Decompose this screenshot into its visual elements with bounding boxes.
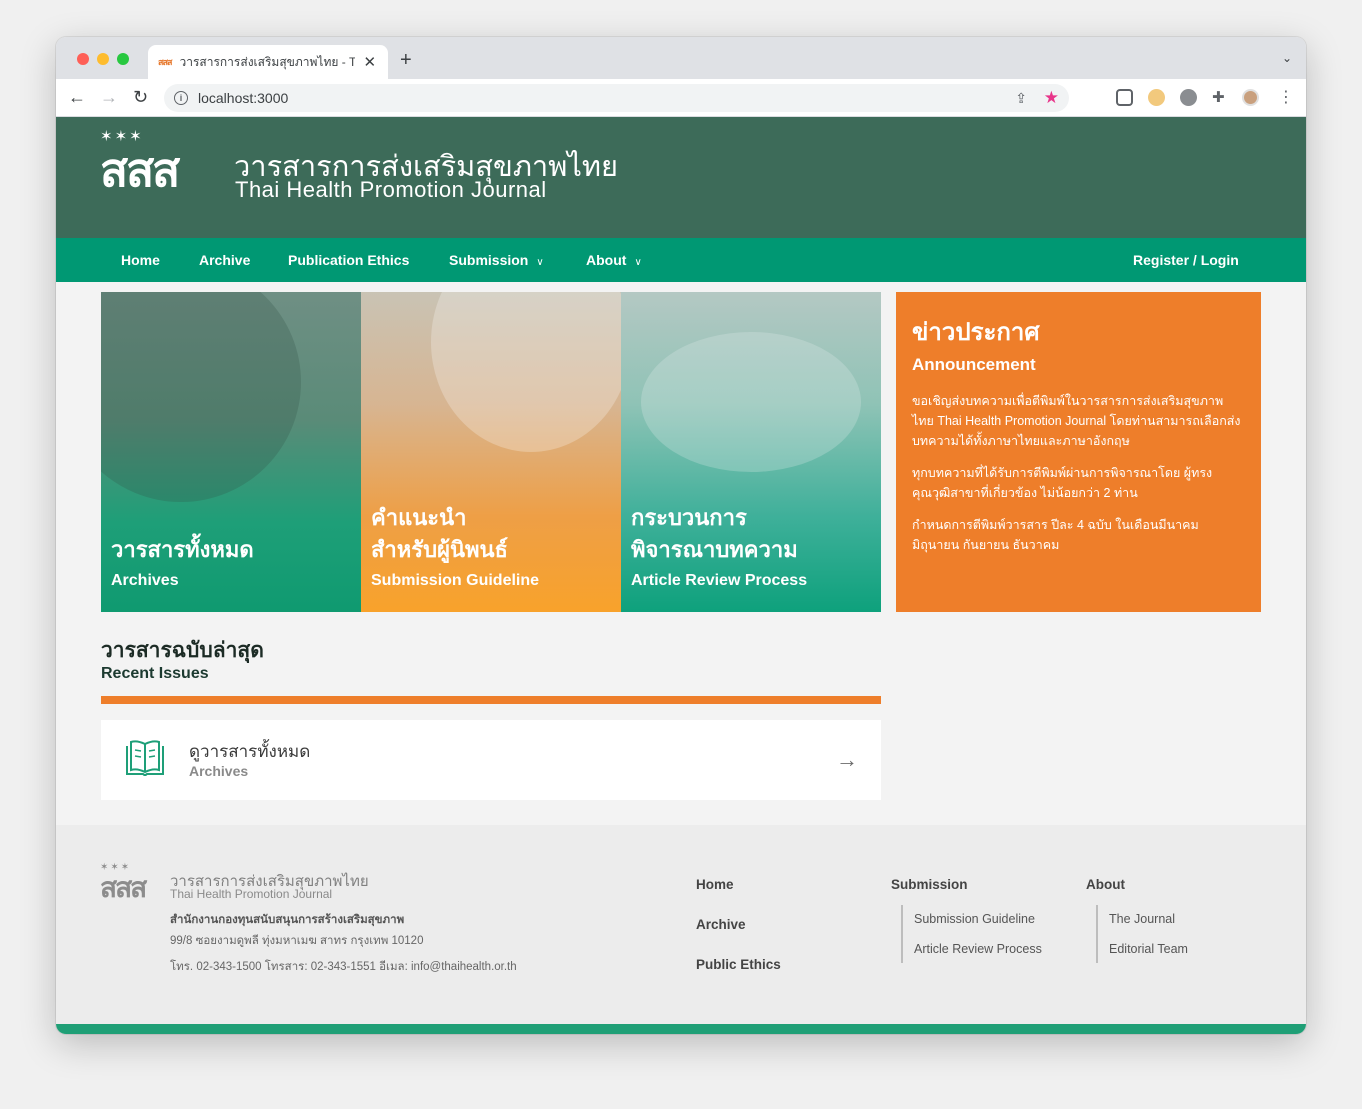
chevron-down-icon: ∨ <box>634 257 642 268</box>
logo-mark: สสส <box>100 144 180 196</box>
footer-submission-heading: Submission <box>891 877 968 892</box>
announcement-paragraph: กำหนดการตีพิมพ์วารสาร ปีละ 4 ฉบับ ในเดือ… <box>912 518 1199 552</box>
bookmark-star-icon[interactable]: ★ <box>1044 88 1059 108</box>
view-all-archives-link[interactable]: ดูวารสารทั้งหมด Archives → <box>101 720 881 800</box>
footer-link-home[interactable]: Home <box>696 877 734 892</box>
card-title-th-1: คำแนะนำ <box>371 505 467 530</box>
archive-link-th: ดูวารสารทั้งหมด <box>189 742 311 761</box>
footer-title-en: Thai Health Promotion Journal <box>170 887 333 901</box>
footer-organization: สำนักงานกองทุนสนับสนุนการสร้างเสริมสุขภา… <box>170 914 405 926</box>
logo-mark: สสส <box>100 872 147 903</box>
card-title-th-2: สำหรับผู้นิพนธ์ <box>371 537 508 562</box>
footer-contact: โทร. 02-343-1500 โทรสาร: 02-343-1551 อีเ… <box>170 961 517 973</box>
archive-link-en: Archives <box>189 763 249 779</box>
site-title-en: Thai Health Promotion Journal <box>235 177 547 202</box>
favicon-icon: สสส <box>158 57 173 67</box>
article-review-card[interactable]: กระบวนการ พิจารณาบทความ Article Review P… <box>621 292 881 612</box>
footer-link-editorial-team[interactable]: Editorial Team <box>1109 942 1188 956</box>
footer-logo: ✶✶✶ สสส <box>100 863 147 903</box>
nav-publication-ethics[interactable]: Publication Ethics <box>288 252 409 268</box>
logo-stars-icon: ✶✶✶ <box>100 128 144 145</box>
nav-submission-label: Submission <box>449 252 529 268</box>
extension-film-icon[interactable] <box>1180 89 1197 106</box>
announcement-paragraph: ทุกบทความที่ได้รับการตีพิมพ์ผ่านการพิจาร… <box>912 466 1213 500</box>
card-image-book <box>101 292 301 502</box>
section-divider <box>101 696 881 704</box>
maximize-window-button[interactable] <box>117 53 129 65</box>
card-title-th: วารสารทั้งหมด <box>111 537 254 562</box>
browser-tab[interactable]: สสส วารสารการส่งเสริมสุขภาพไทย - Th ✕ <box>148 45 388 79</box>
recent-issues-title-th: วารสารฉบับล่าสุด <box>101 639 264 662</box>
footer-link-the-journal[interactable]: The Journal <box>1109 912 1175 926</box>
announcement-title-th: ข่าวประกาศ <box>912 319 1040 346</box>
card-image-writing <box>641 332 861 472</box>
footer-about-heading: About <box>1086 877 1125 892</box>
footer-bottom-strip <box>56 1024 1306 1034</box>
card-title-th-1: กระบวนการ <box>631 505 747 530</box>
card-title-en: Archives <box>111 572 179 589</box>
back-arrow-icon[interactable]: ← <box>68 87 86 107</box>
arrow-right-icon[interactable]: → <box>836 747 858 773</box>
footer-link-archive[interactable]: Archive <box>696 917 746 932</box>
chevron-down-icon: ∨ <box>536 257 544 268</box>
extension-face-icon[interactable] <box>1148 89 1165 106</box>
footer-link-submission-guideline[interactable]: Submission Guideline <box>914 912 1035 926</box>
info-icon[interactable]: i <box>174 91 188 105</box>
extension-chat-icon[interactable] <box>1116 89 1133 106</box>
site-header: ✶✶✶ สสส วารสารการส่งเสริมสุขภาพไทย Thai … <box>56 117 1306 238</box>
extensions-puzzle-icon[interactable]: ✚ <box>1212 88 1229 106</box>
card-image-doctor <box>431 292 621 452</box>
card-title-en: Submission Guideline <box>371 572 540 589</box>
reload-icon[interactable]: ↻ <box>133 87 148 107</box>
main-nav: Home Archive Publication Ethics Submissi… <box>56 238 1306 282</box>
address-bar[interactable]: i localhost:3000 ⇪ ★ <box>164 84 1069 112</box>
tab-title: วารสารการส่งเสริมสุขภาพไทย - Th <box>179 54 356 69</box>
footer-link-ethics[interactable]: Public Ethics <box>696 957 781 972</box>
browser-window: สสส วารสารการส่งเสริมสุขภาพไทย - Th ✕ + … <box>56 37 1306 1034</box>
close-window-button[interactable] <box>77 53 89 65</box>
share-icon[interactable]: ⇪ <box>1015 90 1027 107</box>
nav-home[interactable]: Home <box>121 252 160 268</box>
forward-arrow-icon[interactable]: → <box>100 87 118 107</box>
menu-kebab-icon[interactable]: ⋮ <box>1278 87 1294 107</box>
submission-guideline-card[interactable]: คำแนะนำ สำหรับผู้นิพนธ์ Submission Guide… <box>361 292 621 612</box>
open-book-icon <box>126 740 164 776</box>
site-footer: ✶✶✶ สสส วารสารการส่งเสริมสุขภาพไทย Thai … <box>56 825 1306 1025</box>
footer-address: 99/8 ซอยงามดูพลี ทุ่งมหาเมฆ สาทร กรุงเทพ… <box>170 935 424 947</box>
footer-link-article-review[interactable]: Article Review Process <box>914 942 1042 956</box>
tab-strip: สสส วารสารการส่งเสริมสุขภาพไทย - Th ✕ + … <box>56 37 1306 79</box>
register-login-link[interactable]: Register / Login <box>1133 252 1239 268</box>
nav-about-label: About <box>586 252 627 268</box>
announcement-title-en: Announcement <box>912 355 1036 374</box>
url-text[interactable]: localhost:3000 <box>198 90 288 106</box>
announcement-panel: ข่าวประกาศ Announcement ขอเชิญส่งบทความเ… <box>896 292 1261 612</box>
card-title-th-2: พิจารณาบทความ <box>631 537 798 562</box>
close-tab-icon[interactable]: ✕ <box>363 53 376 71</box>
announcement-paragraph: ขอเชิญส่งบทความเพื่อตีพิมพ์ในวารสารการส่… <box>912 394 1241 448</box>
browser-toolbar: ← → ↻ i localhost:3000 ⇪ ★ ✚ ⋮ <box>56 79 1306 117</box>
nav-about[interactable]: About ∨ <box>586 252 642 268</box>
thaihealth-logo[interactable]: ✶✶✶ สสส <box>100 128 180 196</box>
archives-card[interactable]: วารสารทั้งหมด Archives <box>101 292 361 612</box>
nav-archive[interactable]: Archive <box>199 252 250 268</box>
page-content: ✶✶✶ สสส วารสารการส่งเสริมสุขภาพไทย Thai … <box>56 117 1306 1034</box>
footer-about-list <box>1096 905 1098 963</box>
tab-search-chevron-icon[interactable]: ⌄ <box>1282 51 1292 65</box>
new-tab-button[interactable]: + <box>400 49 412 72</box>
nav-submission[interactable]: Submission ∨ <box>449 252 544 268</box>
profile-avatar[interactable] <box>1242 89 1259 106</box>
card-title-en: Article Review Process <box>631 572 808 589</box>
minimize-window-button[interactable] <box>97 53 109 65</box>
footer-submission-list <box>901 905 903 963</box>
recent-issues-title-en: Recent Issues <box>101 665 209 682</box>
